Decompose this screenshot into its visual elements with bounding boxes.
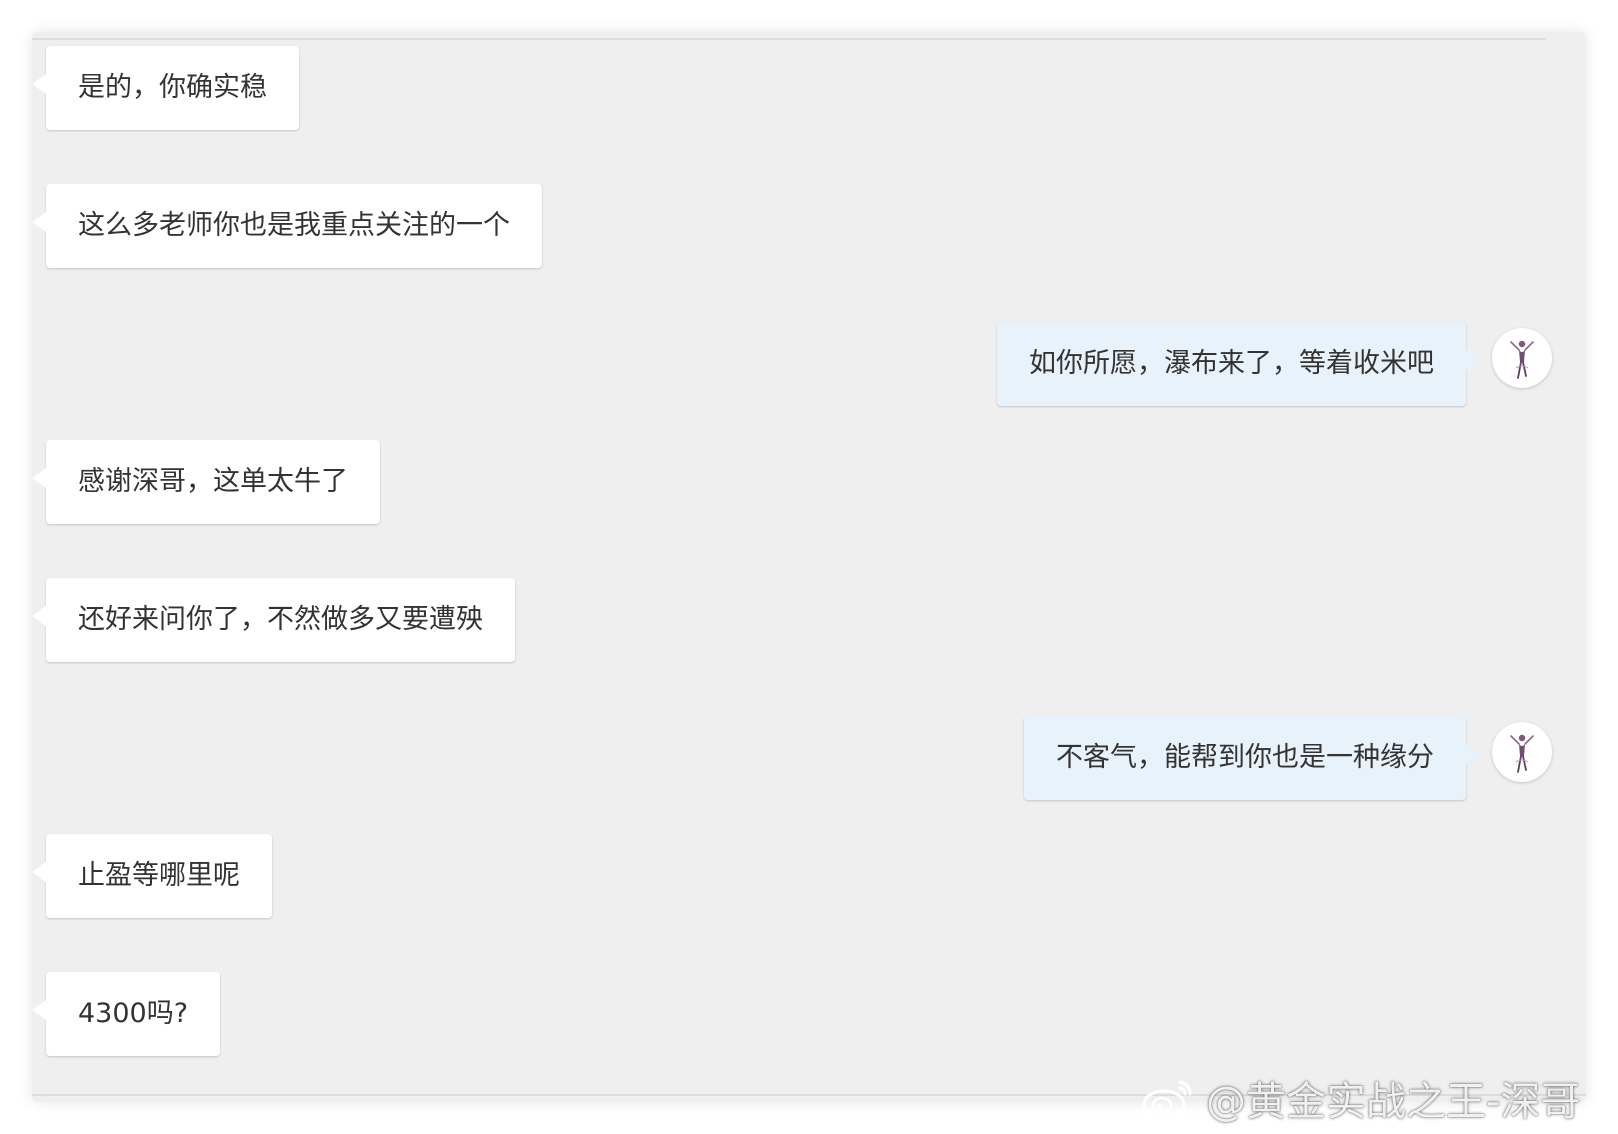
incoming-message-bubble[interactable]: 是的，你确实稳 <box>32 46 299 130</box>
watermark-text: @黄金实战之王-深哥 <box>1206 1079 1581 1125</box>
incoming-message-bubble[interactable]: 这么多老师你也是我重点关注的一个 <box>32 184 542 268</box>
message-text: 4300吗? <box>78 998 189 1029</box>
dancer-figure-icon <box>1510 340 1534 379</box>
message-text: 止盈等哪里呢 <box>78 860 240 891</box>
weibo-icon <box>1142 1080 1192 1119</box>
incoming-message-bubble[interactable]: 还好来问你了，不然做多又要遭殃 <box>32 578 515 662</box>
message-text: 是的，你确实稳 <box>78 72 267 103</box>
outgoing-message-bubble[interactable]: 如你所愿，瀑布来了，等着收米吧 <box>997 322 1480 406</box>
dancer-figure-icon <box>1510 734 1534 773</box>
message-text: 这么多老师你也是我重点关注的一个 <box>78 210 510 241</box>
incoming-message-bubble[interactable]: 感谢深哥，这单太牛了 <box>32 440 380 524</box>
user-avatar[interactable] <box>1492 722 1552 782</box>
incoming-message-bubble[interactable]: 4300吗? <box>31 972 221 1056</box>
incoming-message-bubble[interactable]: 止盈等哪里呢 <box>32 834 272 918</box>
user-avatar[interactable] <box>1492 328 1552 388</box>
watermark: @黄金实战之王-深哥 <box>1140 1070 1580 1126</box>
message-text: 感谢深哥，这单太牛了 <box>78 466 348 497</box>
message-text: 不客气，能帮到你也是一种缘分 <box>1056 742 1434 773</box>
outgoing-message-bubble[interactable]: 不客气，能帮到你也是一种缘分 <box>1024 716 1480 800</box>
top-divider <box>32 38 1546 40</box>
message-text: 如你所愿，瀑布来了，等着收米吧 <box>1029 348 1434 379</box>
message-text: 还好来问你了，不然做多又要遭殃 <box>78 604 483 635</box>
